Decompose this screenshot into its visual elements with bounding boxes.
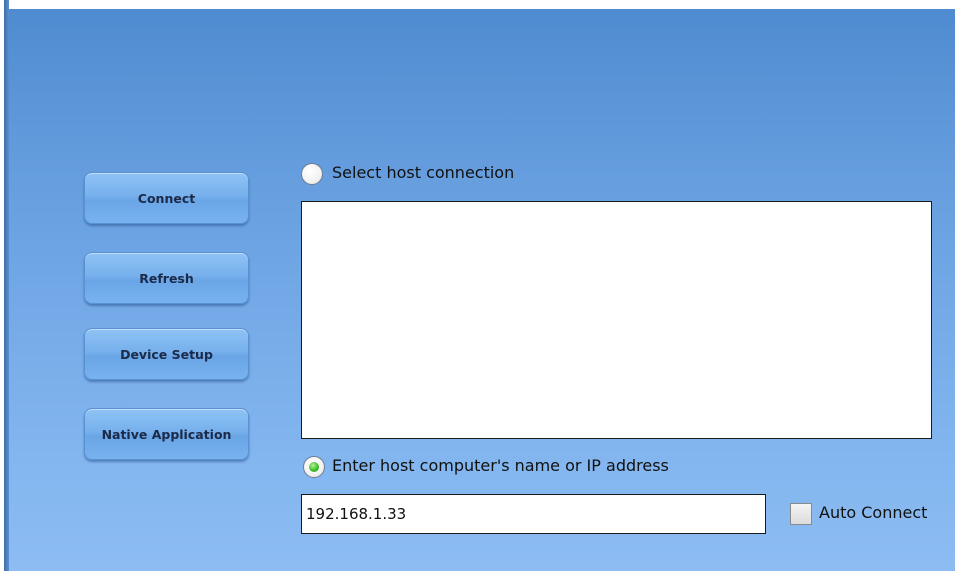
window-bottom-edge [0, 571, 955, 580]
app-window: Connect Refresh Device Setup Native Appl… [0, 0, 955, 580]
auto-connect-label: Auto Connect [819, 503, 928, 522]
host-address-input[interactable] [301, 494, 766, 534]
device-setup-button[interactable]: Device Setup [84, 328, 249, 380]
select-host-label: Select host connection [332, 163, 515, 182]
radio-selected-indicator [309, 462, 319, 472]
refresh-button[interactable]: Refresh [84, 252, 249, 304]
auto-connect-checkbox[interactable] [790, 503, 812, 525]
connect-button[interactable]: Connect [84, 172, 249, 224]
native-application-button[interactable]: Native Application [84, 408, 249, 460]
enter-host-label: Enter host computer's name or IP address [332, 456, 669, 475]
select-host-radio[interactable] [301, 163, 323, 185]
host-connection-list[interactable] [301, 201, 932, 439]
enter-host-radio[interactable] [303, 456, 325, 478]
window-left-edge [0, 0, 9, 580]
